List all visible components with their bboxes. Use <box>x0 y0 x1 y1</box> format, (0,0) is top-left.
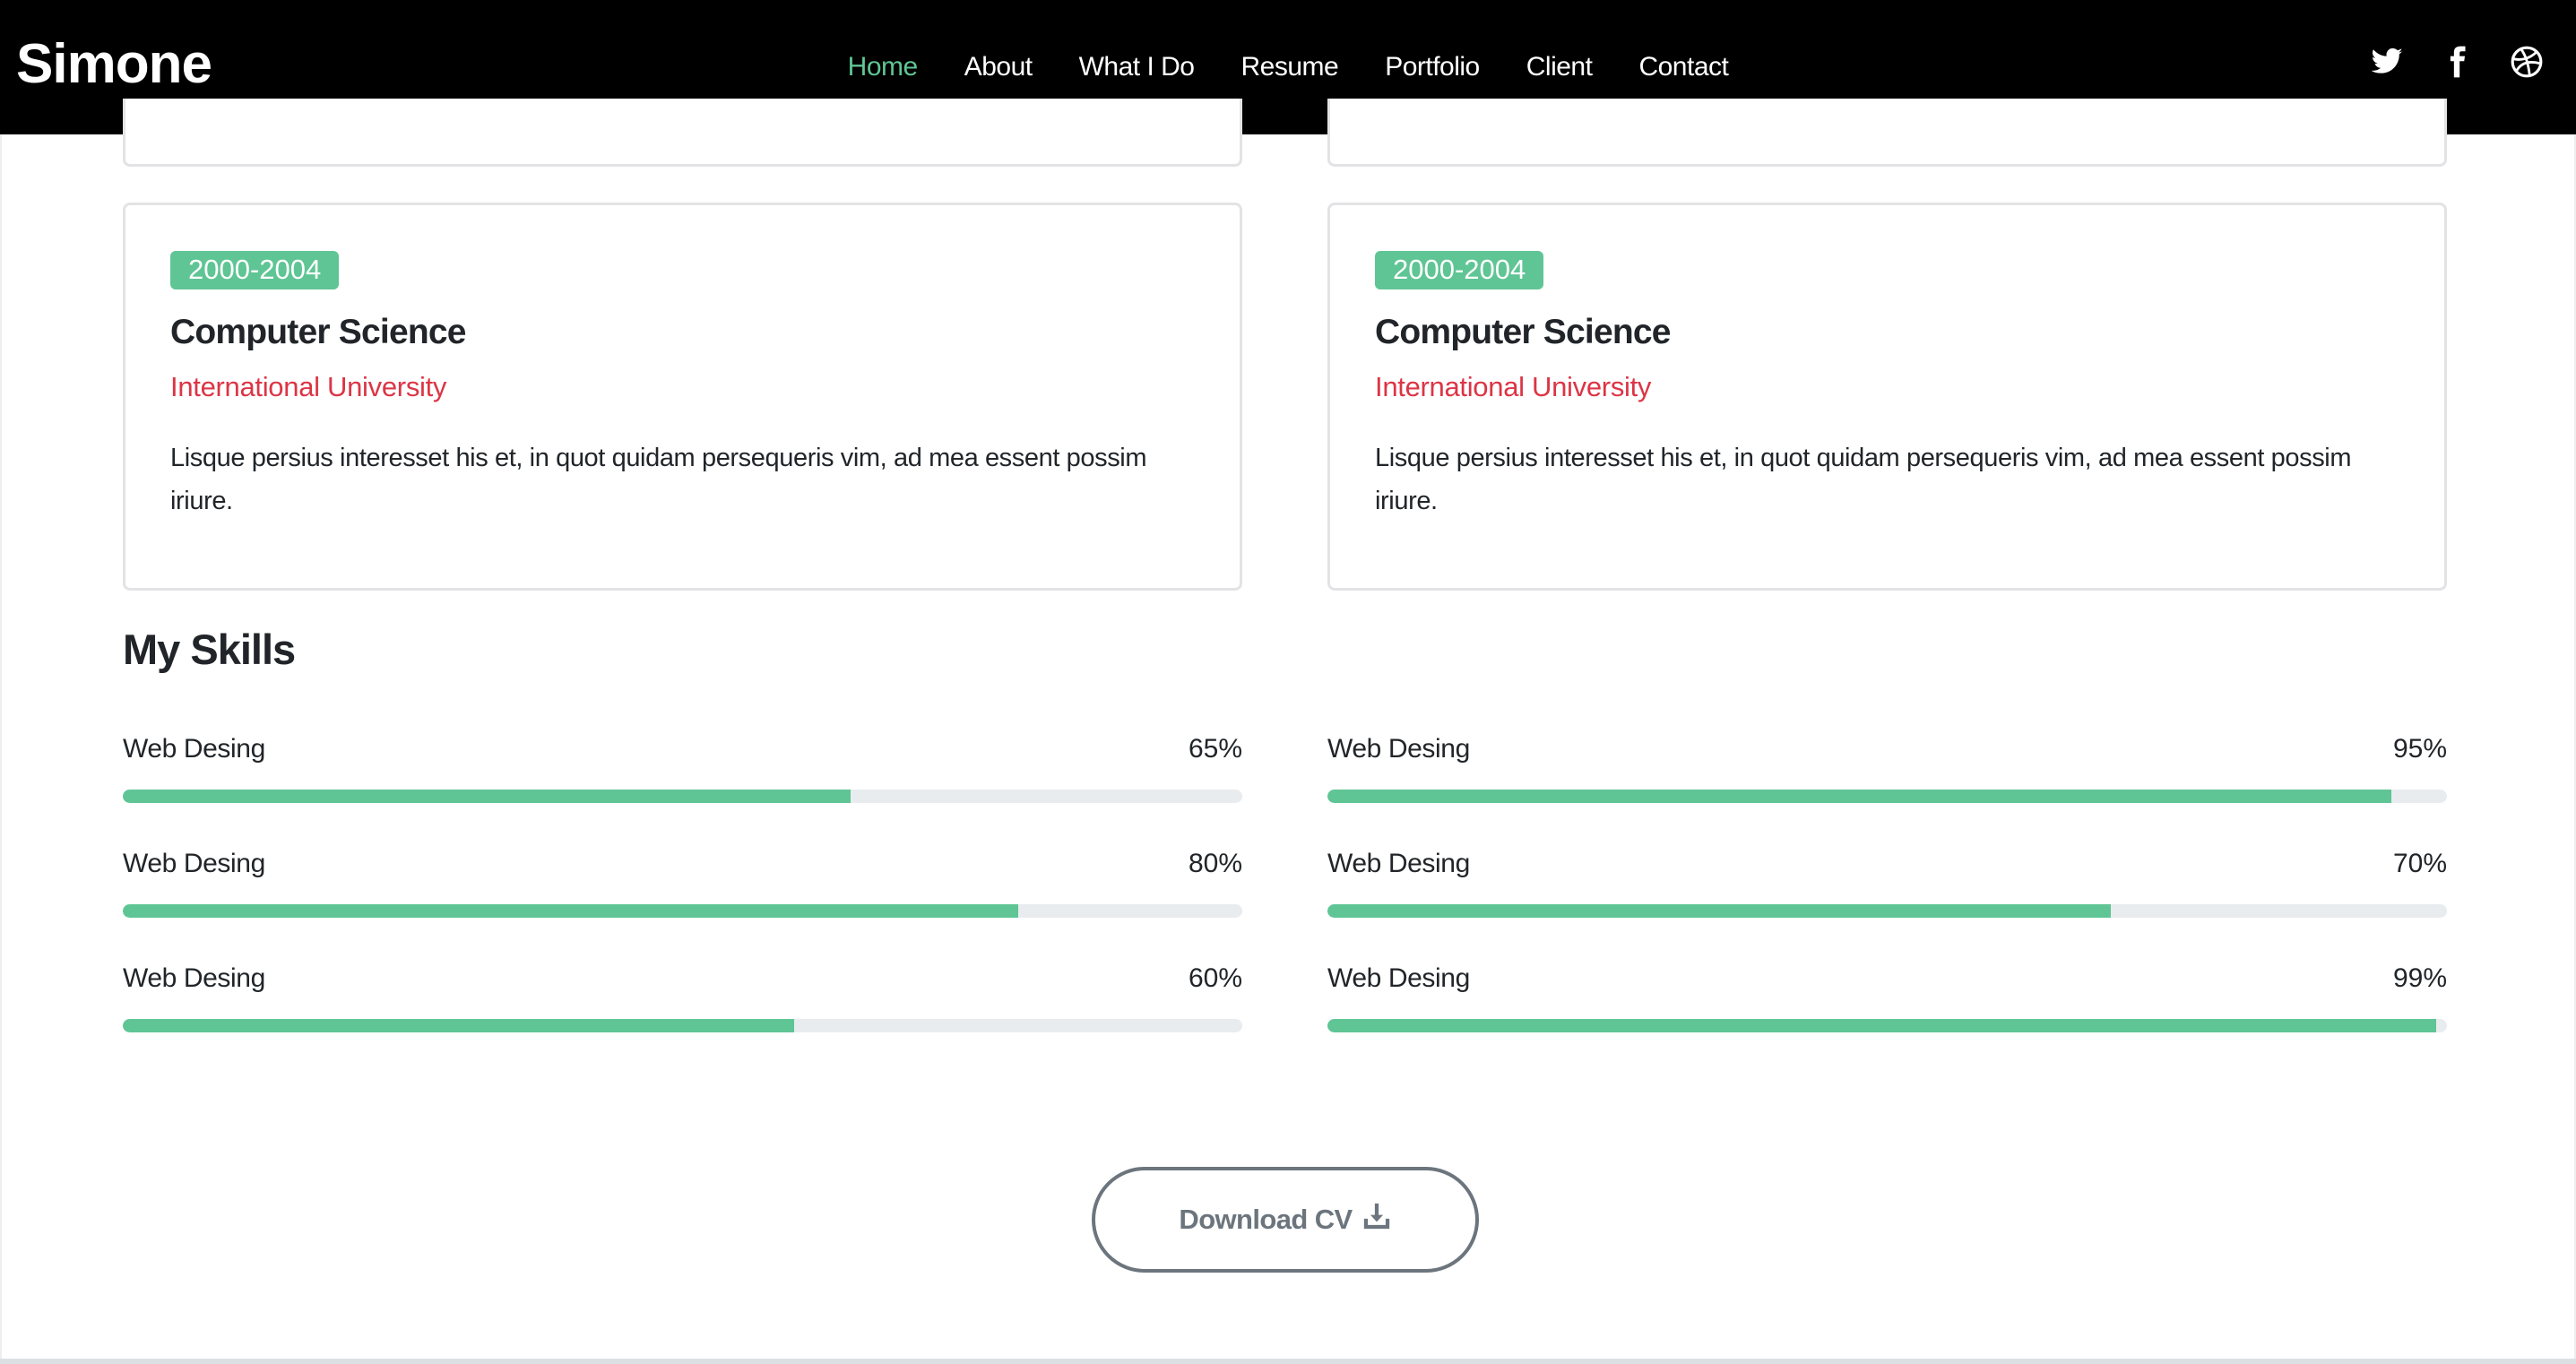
progress-track <box>123 790 1242 803</box>
progress-track <box>1327 904 2447 918</box>
skill-percent: 60% <box>1188 963 1242 993</box>
education-card-partial <box>1327 99 2447 167</box>
skills-heading: My Skills <box>123 626 296 673</box>
skill-percent: 70% <box>2392 849 2447 878</box>
degree-title: Computer Science <box>1375 313 1671 351</box>
nav-about[interactable]: About <box>941 52 1056 82</box>
page-border-left <box>0 134 2 1364</box>
skill-item: Web Desing 70% <box>1327 838 2447 937</box>
download-cv-label: Download CV <box>1179 1204 1353 1235</box>
twitter-icon[interactable] <box>2370 45 2404 79</box>
progress-track <box>123 904 1242 918</box>
year-badge: 2000-2004 <box>170 251 340 289</box>
nav-client[interactable]: Client <box>1503 52 1616 82</box>
year-badge: 2000-2004 <box>1375 251 1544 289</box>
skill-item: Web Desing 99% <box>1327 953 2447 1051</box>
skill-percent: 65% <box>1188 734 1242 764</box>
skill-label: Web Desing <box>123 963 265 993</box>
progress-track <box>1327 1019 2447 1032</box>
nav-resume[interactable]: Resume <box>1217 52 1361 82</box>
skill-percent: 80% <box>1188 849 1242 878</box>
education-card: 2000-2004 Computer Science International… <box>123 203 1242 591</box>
education-description: Lisque persius interesset his et, in quo… <box>170 444 1147 515</box>
progress-fill <box>1327 1019 2436 1032</box>
skill-label: Web Desing <box>123 849 265 878</box>
dribbble-icon[interactable] <box>2510 45 2544 79</box>
social-links <box>2370 45 2544 79</box>
education-card-partial <box>123 99 1242 167</box>
progress-track <box>1327 790 2447 803</box>
nav-portfolio[interactable]: Portfolio <box>1361 52 1503 82</box>
download-cv-button[interactable]: Download CV <box>1092 1167 1479 1273</box>
skill-item: Web Desing 60% <box>123 953 1242 1051</box>
skill-item: Web Desing 80% <box>123 838 1242 937</box>
education-card: 2000-2004 Computer Science International… <box>1327 203 2447 591</box>
facebook-icon[interactable] <box>2440 45 2474 79</box>
skill-percent: 99% <box>2392 963 2447 993</box>
download-icon <box>1361 1201 1392 1239</box>
skill-label: Web Desing <box>123 734 265 764</box>
progress-fill <box>123 790 851 803</box>
institution-name: International University <box>170 371 447 402</box>
nav-home[interactable]: Home <box>825 52 941 82</box>
skill-label: Web Desing <box>1327 963 1470 993</box>
progress-track <box>123 1019 1242 1032</box>
degree-title: Computer Science <box>170 313 466 351</box>
nav-contact[interactable]: Contact <box>1615 52 1751 82</box>
progress-fill <box>1327 790 2391 803</box>
progress-fill <box>1327 904 2112 918</box>
page-bottom-edge <box>0 1359 2576 1364</box>
skill-item: Web Desing 95% <box>1327 723 2447 822</box>
skill-label: Web Desing <box>1327 849 1470 878</box>
progress-fill <box>123 904 1019 918</box>
skill-percent: 95% <box>2392 734 2447 764</box>
progress-fill <box>123 1019 795 1032</box>
skill-item: Web Desing 65% <box>123 723 1242 822</box>
institution-name: International University <box>1375 371 1652 402</box>
skill-label: Web Desing <box>1327 734 1470 764</box>
education-description: Lisque persius interesset his et, in quo… <box>1375 444 2352 515</box>
nav-what-i-do[interactable]: What I Do <box>1056 52 1218 82</box>
